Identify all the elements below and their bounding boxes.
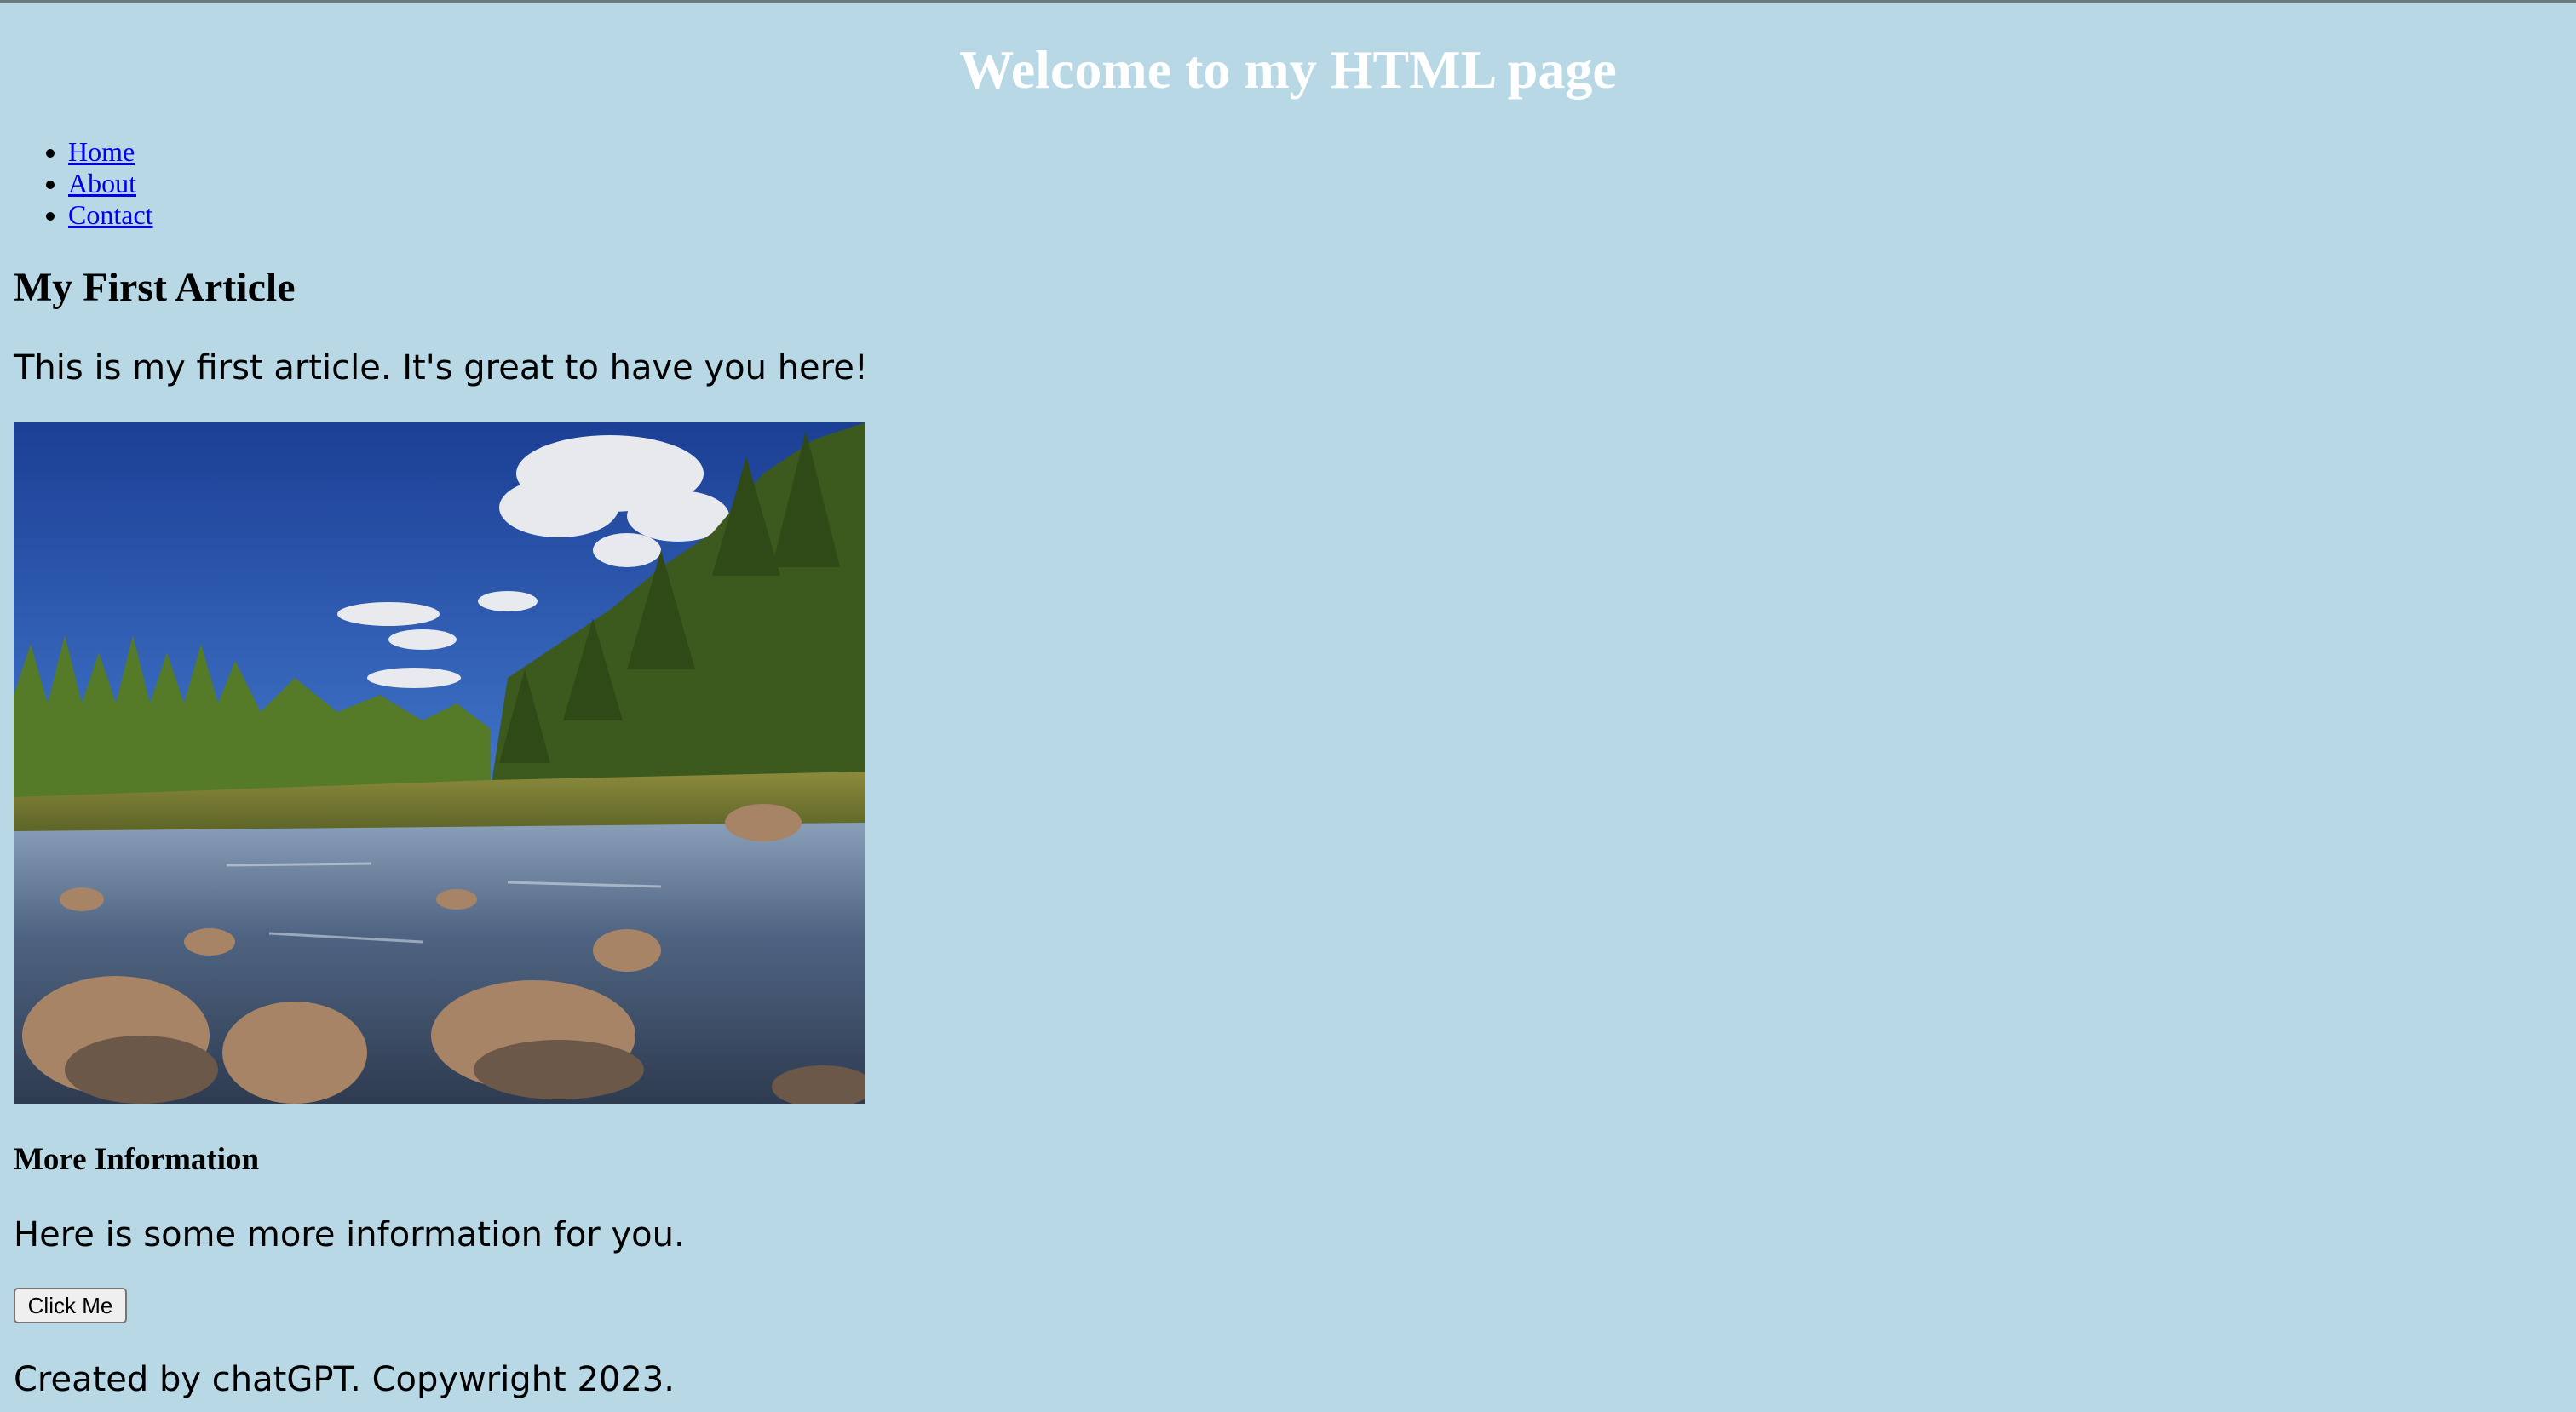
nav-item-home: Home (68, 136, 153, 168)
section-title: More Information (14, 1142, 260, 1177)
article-title: My First Article (14, 265, 296, 310)
nav-list: Home About Contact (0, 136, 153, 231)
top-border (0, 0, 2576, 3)
page-title: Welcome to my HTML page (959, 39, 1617, 100)
article-text: This is my first article. It's great to … (14, 348, 868, 387)
more-info-text: Here is some more information for you. (14, 1215, 685, 1254)
nav-link-contact[interactable]: Contact (68, 199, 153, 230)
footer-text: Created by chatGPT. Copywright 2023. (14, 1360, 675, 1399)
click-me-button[interactable]: Click Me (14, 1288, 127, 1323)
nav-link-about[interactable]: About (68, 168, 136, 198)
mountain-river-photo (14, 422, 865, 1104)
nav-link-home[interactable]: Home (68, 136, 135, 167)
nav-item-about: About (68, 168, 153, 199)
nav-item-contact: Contact (68, 199, 153, 231)
